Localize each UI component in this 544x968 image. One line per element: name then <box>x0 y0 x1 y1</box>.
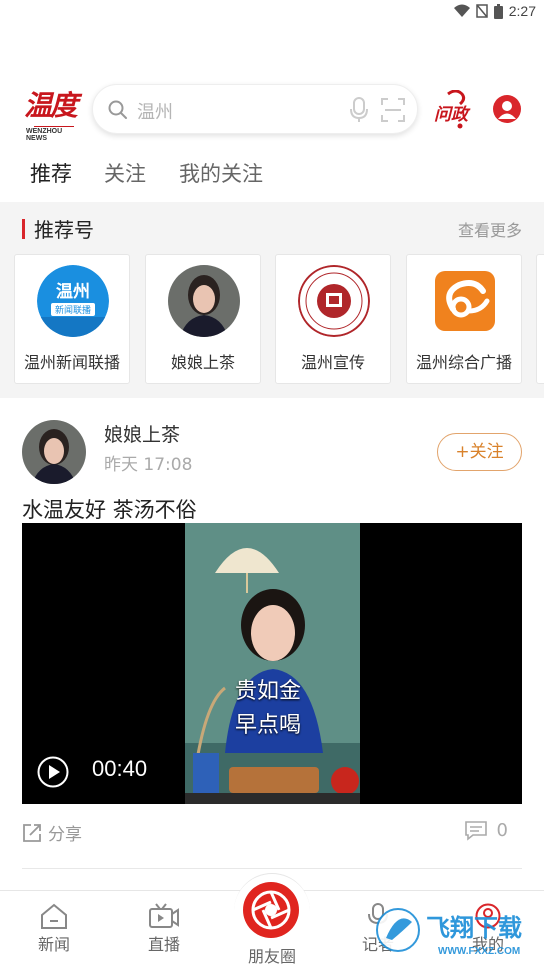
video-player[interactable]: 贵如金 早点喝 00:40 <box>22 523 522 804</box>
logo-subtitle: WENZHOU NEWS <box>26 128 63 142</box>
comment-icon <box>464 820 487 841</box>
avatar-subtext: 新闻联播 <box>55 304 91 316</box>
logo-skyline <box>34 120 74 127</box>
video-caption-line: 贵如金 <box>235 679 302 704</box>
share-icon <box>23 823 41 842</box>
nav-label: 直播 <box>147 935 180 954</box>
nav-moments[interactable] <box>234 873 310 949</box>
account-name: 温州宣传 <box>300 353 365 372</box>
live-video-icon <box>149 903 179 928</box>
channel-tabs: 推荐 关注 我的关注 <box>0 154 544 194</box>
video-caption: 贵如金 早点喝 <box>235 675 301 743</box>
account-name: 温州新闻联播 <box>23 353 120 372</box>
recommend-card-partial[interactable] <box>536 254 544 384</box>
video-thumbnail <box>185 523 360 804</box>
account-avatar <box>168 265 240 337</box>
recommend-card[interactable]: 娘娘上茶 <box>145 254 261 384</box>
recommend-card[interactable]: 温州 新闻联播 温州新闻联播 <box>14 254 130 384</box>
watermark-logo: 飞翔下载 WWW.FXXZ.COM <box>376 908 522 957</box>
post-title[interactable]: 水温友好 茶汤不俗 <box>22 494 197 524</box>
nav-live[interactable]: 直播 <box>124 903 204 955</box>
search-input[interactable]: 温州 <box>137 98 173 124</box>
status-bar: 2:27 <box>0 0 544 24</box>
search-bar[interactable]: 温州 <box>92 84 418 134</box>
logo-text: 温度 <box>24 89 78 122</box>
account-name: 娘娘上茶 <box>170 353 235 372</box>
account-avatar: 温州 新闻联播 <box>37 265 109 337</box>
user-profile-icon[interactable] <box>492 94 522 124</box>
search-icon <box>108 100 127 119</box>
wenzheng-icon: 问政 <box>434 89 471 129</box>
share-button[interactable]: 分享 <box>22 820 82 845</box>
recommend-card[interactable]: 温州宣传 <box>275 254 391 384</box>
recommend-card[interactable]: 温州综合广播 <box>406 254 522 384</box>
follow-button[interactable]: +关注 <box>437 433 522 471</box>
recommended-header: 推荐号 查看更多 <box>0 214 544 244</box>
home-icon <box>41 903 67 929</box>
app-logo: 温度 WENZHOU NEWS <box>22 84 84 142</box>
video-caption-line: 早点喝 <box>235 713 302 738</box>
avatar-text: 温州 <box>56 282 90 302</box>
watermark-subtext: WWW.FXXZ.COM <box>438 946 520 957</box>
app-header: 温度 WENZHOU NEWS 温州 问政 <box>0 80 544 142</box>
scan-icon[interactable] <box>381 98 405 122</box>
tab-follow[interactable]: 关注 <box>104 158 146 188</box>
microphone-icon[interactable] <box>349 97 369 123</box>
clock: 2:27 <box>508 3 536 19</box>
section-accent-bar <box>22 219 25 239</box>
recommended-title: 推荐号 <box>34 218 94 242</box>
account-name: 温州综合广播 <box>415 353 512 372</box>
nav-news[interactable]: 新闻 <box>14 903 94 955</box>
comment-count: 0 <box>496 820 508 841</box>
account-avatar <box>298 265 370 337</box>
watermark-text: 飞翔下载 <box>426 914 522 942</box>
author-name[interactable]: 娘娘上茶 <box>104 420 180 447</box>
tab-recommend[interactable]: 推荐 <box>30 158 72 188</box>
share-label: 分享 <box>48 825 82 845</box>
signal-off-icon <box>476 4 488 18</box>
video-duration: 00:40 <box>92 756 148 781</box>
post-time: 昨天 17:08 <box>104 455 193 475</box>
tab-my-follows[interactable]: 我的关注 <box>179 158 263 188</box>
wenzheng-label: 问政 <box>434 105 471 125</box>
wenzheng-button[interactable]: 问政 <box>434 89 480 130</box>
account-avatar <box>429 265 501 337</box>
author-avatar[interactable] <box>22 420 86 484</box>
battery-icon <box>493 3 503 19</box>
recommended-accounts-section: 推荐号 查看更多 温州 新闻联播 温州新闻联播 娘娘上茶 温州宣传 温州综合广播 <box>0 202 544 398</box>
view-more-link[interactable]: 查看更多 <box>458 217 522 241</box>
feed-divider <box>22 868 522 869</box>
moments-icon <box>243 882 299 938</box>
wifi-icon <box>453 4 470 17</box>
nav-label: 新闻 <box>37 935 70 954</box>
nav-label: 朋友圈 <box>247 947 296 966</box>
comment-button[interactable]: 0 <box>464 820 508 841</box>
play-icon[interactable] <box>37 756 69 788</box>
feed-post: 娘娘上茶 昨天 17:08 +关注 水温友好 茶汤不俗 贵如金 早点喝 00:4… <box>0 400 544 870</box>
